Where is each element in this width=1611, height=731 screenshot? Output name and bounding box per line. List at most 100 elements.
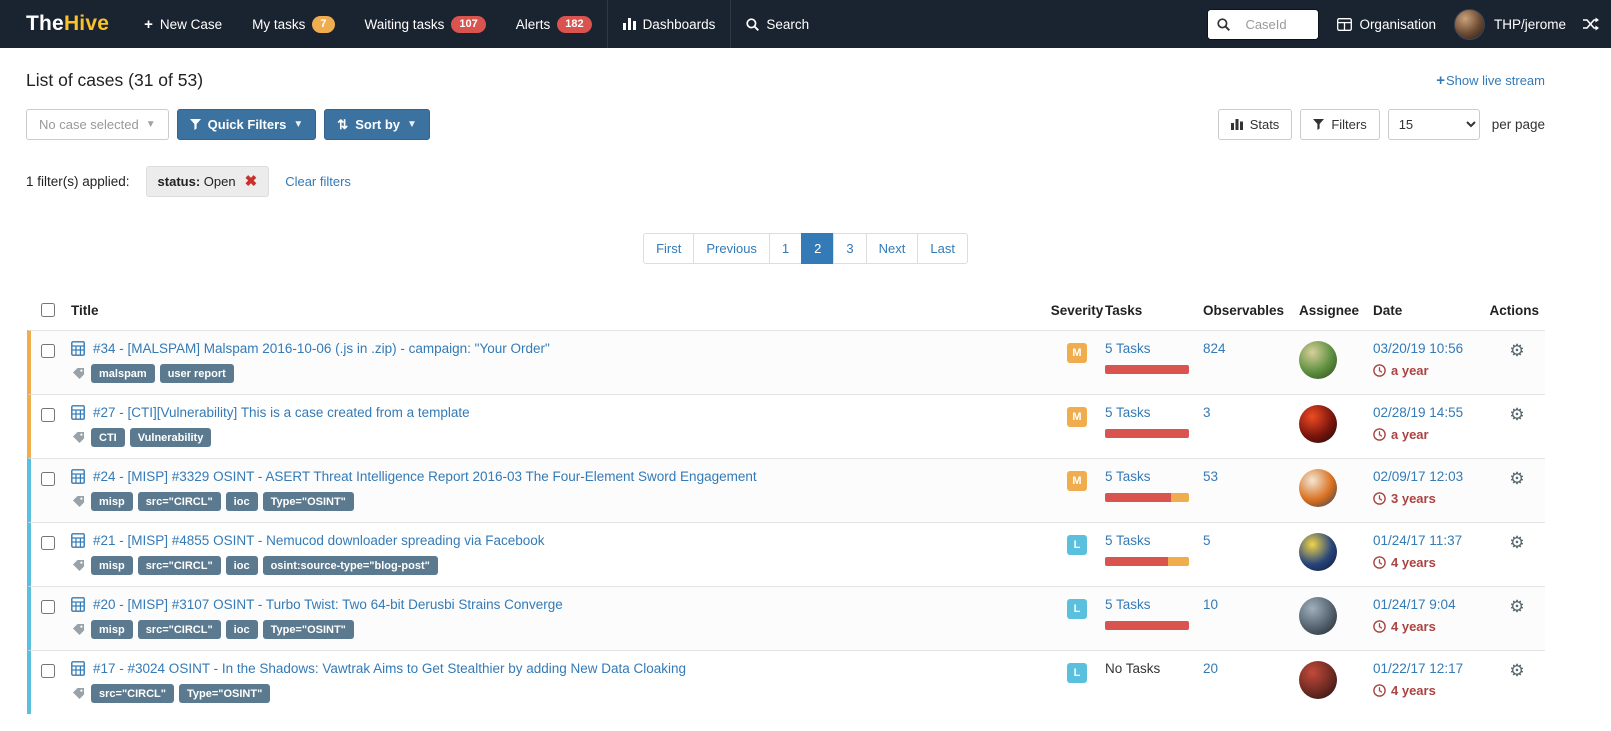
observables-link[interactable]: 20 bbox=[1203, 661, 1218, 676]
tasks-progress bbox=[1105, 429, 1189, 438]
nav-waiting-tasks[interactable]: Waiting tasks 107 bbox=[350, 0, 501, 48]
tag[interactable]: misp bbox=[91, 620, 133, 639]
tag[interactable]: src="CIRCL" bbox=[91, 684, 174, 703]
case-table-icon bbox=[71, 405, 85, 420]
actions-gear-icon[interactable]: ⚙ bbox=[1509, 534, 1524, 575]
shuffle-icon[interactable] bbox=[1582, 17, 1599, 31]
observables-link[interactable]: 53 bbox=[1203, 469, 1218, 484]
remove-filter-icon[interactable]: ✖ bbox=[245, 174, 258, 189]
row-checkbox[interactable] bbox=[41, 664, 55, 678]
page-last[interactable]: Last bbox=[917, 233, 968, 264]
actions-gear-icon[interactable]: ⚙ bbox=[1509, 406, 1524, 447]
row-checkbox[interactable] bbox=[41, 408, 55, 422]
page-2-active[interactable]: 2 bbox=[801, 233, 834, 264]
clear-filters-link[interactable]: Clear filters bbox=[285, 174, 351, 189]
observables-link[interactable]: 824 bbox=[1203, 341, 1226, 356]
observables-link[interactable]: 5 bbox=[1203, 533, 1211, 548]
case-title-link[interactable]: #20 - [MISP] #3107 OSINT - Turbo Twist: … bbox=[93, 597, 563, 612]
plus-icon: + bbox=[144, 16, 153, 33]
case-selected-dropdown[interactable]: No case selected ▼ bbox=[26, 109, 169, 140]
tasks-link[interactable]: No Tasks bbox=[1105, 661, 1160, 676]
case-date-link[interactable]: 01/22/17 12:17 bbox=[1373, 661, 1463, 676]
tag[interactable]: src="CIRCL" bbox=[138, 556, 221, 575]
actions-gear-icon[interactable]: ⚙ bbox=[1509, 342, 1524, 383]
stats-button[interactable]: Stats bbox=[1218, 109, 1293, 140]
case-date-link[interactable]: 01/24/17 9:04 bbox=[1373, 597, 1456, 612]
tag[interactable]: ioc bbox=[226, 492, 258, 511]
tag[interactable]: CTI bbox=[91, 428, 125, 447]
clock-icon bbox=[1373, 620, 1386, 633]
case-title-link[interactable]: #17 - #3024 OSINT - In the Shadows: Vawt… bbox=[93, 661, 686, 676]
tag[interactable]: Type="OSINT" bbox=[263, 620, 354, 639]
case-date-link[interactable]: 02/28/19 14:55 bbox=[1373, 405, 1463, 420]
quick-filters-dropdown[interactable]: Quick Filters ▼ bbox=[177, 109, 317, 140]
row-checkbox[interactable] bbox=[41, 472, 55, 486]
tag[interactable]: src="CIRCL" bbox=[138, 492, 221, 511]
case-title-link[interactable]: #27 - [CTI][Vulnerability] This is a cas… bbox=[93, 405, 470, 420]
case-title-link[interactable]: #34 - [MALSPAM] Malspam 2016-10-06 (.js … bbox=[93, 341, 550, 356]
case-date-link[interactable]: 01/24/17 11:37 bbox=[1373, 533, 1462, 548]
case-table-body: #34 - [MALSPAM] Malspam 2016-10-06 (.js … bbox=[27, 330, 1545, 714]
col-actions: Actions bbox=[1489, 303, 1545, 318]
per-page-select[interactable]: 15 bbox=[1388, 109, 1480, 140]
case-title-link[interactable]: #24 - [MISP] #3329 OSINT - ASERT Threat … bbox=[93, 469, 757, 484]
tag[interactable]: misp bbox=[91, 556, 133, 575]
tag[interactable]: ioc bbox=[226, 556, 258, 575]
app-logo[interactable]: TheHive bbox=[0, 0, 129, 48]
assignee-avatar[interactable] bbox=[1299, 533, 1337, 571]
tasks-link[interactable]: 5 Tasks bbox=[1105, 597, 1151, 612]
nav-my-tasks[interactable]: My tasks 7 bbox=[237, 0, 349, 48]
tag[interactable]: ioc bbox=[226, 620, 258, 639]
tag-icon bbox=[72, 687, 85, 700]
sort-by-dropdown[interactable]: ⇅ Sort by ▼ bbox=[324, 109, 430, 140]
tasks-link[interactable]: 5 Tasks bbox=[1105, 405, 1151, 420]
case-date-link[interactable]: 03/20/19 10:56 bbox=[1373, 341, 1463, 356]
nav-new-case[interactable]: + New Case bbox=[129, 0, 237, 48]
tasks-link[interactable]: 5 Tasks bbox=[1105, 533, 1151, 548]
nav-organisation[interactable]: Organisation bbox=[1335, 17, 1438, 32]
col-severity: Severity bbox=[1049, 303, 1105, 318]
filters-button[interactable]: Filters bbox=[1300, 109, 1379, 140]
nav-search[interactable]: Search bbox=[731, 0, 824, 48]
actions-gear-icon[interactable]: ⚙ bbox=[1509, 470, 1524, 511]
nav-alerts[interactable]: Alerts 182 bbox=[501, 0, 608, 48]
tag-list: malspam user report bbox=[91, 364, 234, 383]
caseid-search-input[interactable] bbox=[1238, 10, 1318, 39]
assignee-avatar[interactable] bbox=[1299, 341, 1337, 379]
tag[interactable]: Type="OSINT" bbox=[179, 684, 270, 703]
case-row: #20 - [MISP] #3107 OSINT - Turbo Twist: … bbox=[27, 586, 1545, 650]
tag[interactable]: osint:source-type="blog-post" bbox=[263, 556, 438, 575]
select-all-checkbox[interactable] bbox=[41, 303, 55, 317]
user-menu[interactable]: THP/jerome bbox=[1454, 9, 1566, 40]
row-checkbox[interactable] bbox=[41, 600, 55, 614]
case-title-link[interactable]: #21 - [MISP] #4855 OSINT - Nemucod downl… bbox=[93, 533, 545, 548]
tag[interactable]: src="CIRCL" bbox=[138, 620, 221, 639]
observables-link[interactable]: 3 bbox=[1203, 405, 1211, 420]
nav-dashboards[interactable]: Dashboards bbox=[608, 0, 732, 48]
assignee-avatar[interactable] bbox=[1299, 405, 1337, 443]
observables-link[interactable]: 10 bbox=[1203, 597, 1218, 612]
assignee-avatar[interactable] bbox=[1299, 469, 1337, 507]
tag-list: misp src="CIRCL" ioc Type="OSINT" bbox=[91, 492, 354, 511]
tag[interactable]: Vulnerability bbox=[130, 428, 212, 447]
actions-gear-icon[interactable]: ⚙ bbox=[1509, 662, 1524, 703]
case-date-link[interactable]: 02/09/17 12:03 bbox=[1373, 469, 1463, 484]
page-first[interactable]: First bbox=[643, 233, 694, 264]
page-1[interactable]: 1 bbox=[769, 233, 802, 264]
assignee-avatar[interactable] bbox=[1299, 661, 1337, 699]
tag[interactable]: misp bbox=[91, 492, 133, 511]
tasks-link[interactable]: 5 Tasks bbox=[1105, 469, 1151, 484]
page-3[interactable]: 3 bbox=[833, 233, 866, 264]
tag[interactable]: Type="OSINT" bbox=[263, 492, 354, 511]
page-previous[interactable]: Previous bbox=[693, 233, 770, 264]
tag[interactable]: malspam bbox=[91, 364, 155, 383]
assignee-avatar[interactable] bbox=[1299, 597, 1337, 635]
actions-gear-icon[interactable]: ⚙ bbox=[1509, 598, 1524, 639]
show-live-stream-link[interactable]: + Show live stream bbox=[1436, 72, 1545, 89]
caseid-search-button[interactable] bbox=[1208, 10, 1238, 39]
page-next[interactable]: Next bbox=[866, 233, 919, 264]
row-checkbox[interactable] bbox=[41, 344, 55, 358]
row-checkbox[interactable] bbox=[41, 536, 55, 550]
tag[interactable]: user report bbox=[160, 364, 234, 383]
tasks-link[interactable]: 5 Tasks bbox=[1105, 341, 1151, 356]
